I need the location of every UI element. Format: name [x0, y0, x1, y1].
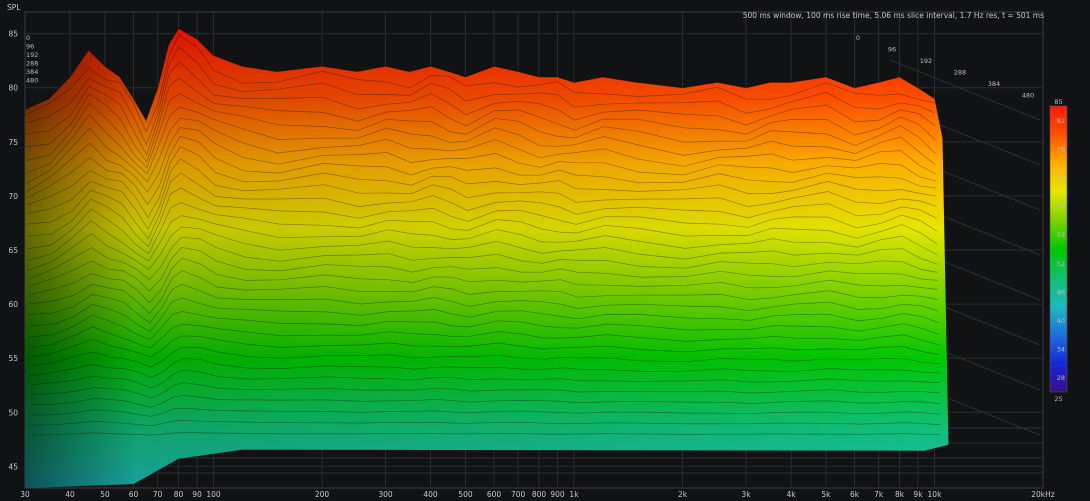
time-label-right: 288 [954, 69, 966, 77]
time-label-left: 288 [26, 60, 38, 68]
x-tick-label: 80 [174, 490, 184, 499]
time-label-left: 480 [26, 77, 38, 85]
y-tick-label: 85 [8, 30, 18, 39]
colorbar-tick-label: 28 [1057, 374, 1065, 382]
time-label-right: 384 [988, 80, 1000, 88]
x-tick-label: 3k [741, 490, 751, 499]
x-tick-label: 40 [65, 490, 75, 499]
x-tick-label: 30 [20, 490, 30, 499]
y-tick-label: 60 [8, 300, 18, 309]
x-tick-label: 100 [206, 490, 221, 499]
time-label-right: 192 [920, 57, 932, 65]
x-tick-label: 60 [129, 490, 139, 499]
colorbar-tick-label: 64 [1057, 203, 1065, 211]
y-tick-label: 45 [8, 462, 18, 471]
colorbar-tick-label: 34 [1057, 346, 1065, 354]
colorbar-tick-label: 76 [1057, 145, 1065, 153]
waterfall-chart: 858075706560555045 30 40 50 60 70 80 90 100 200 3… [7, 3, 1068, 499]
y-tick-label: 55 [8, 354, 18, 363]
colorbar: 85 25 82 76 70 64 58 52 46 40 34 28 [1049, 98, 1068, 403]
x-tick-label: 600 [487, 490, 502, 499]
x-tick-label: 800 [532, 490, 547, 499]
time-label-left: 0 [26, 34, 30, 42]
x-tick-label: 400 [423, 490, 438, 499]
colorbar-tick-label: 70 [1057, 174, 1065, 182]
time-label-right: 0 [856, 34, 860, 42]
y-tick-label: 70 [8, 192, 18, 201]
time-label-left: 96 [26, 43, 34, 51]
colorbar-max-label: 85 [1054, 98, 1062, 106]
x-tick-label: 8k [895, 490, 905, 499]
x-tick-label: 1k [569, 490, 579, 499]
colorbar-tick-label: 40 [1057, 317, 1065, 325]
time-label-right: 96 [888, 46, 896, 54]
x-tick-label: 6k [850, 490, 860, 499]
x-tick-label: 200 [315, 490, 330, 499]
x-tick-label: 5k [821, 490, 831, 499]
x-tick-label: 700 [511, 490, 526, 499]
colorbar-tick-label: 58 [1057, 231, 1065, 239]
y-axis-label: SPL [7, 3, 21, 12]
y-axis-ticks: 85 80 75 70 65 60 55 50 45 [8, 30, 18, 472]
x-tick-label: 50 [100, 490, 110, 499]
x-tick-label: 300 [378, 490, 393, 499]
time-label-left: 192 [26, 51, 38, 59]
x-tick-label: 10k [928, 490, 943, 499]
x-tick-label: 70 [153, 490, 163, 499]
colorbar-tick-label: 52 [1057, 260, 1065, 268]
y-tick-label: 65 [8, 246, 18, 255]
x-tick-label: 2k [678, 490, 688, 499]
x-tick-label: 9k [913, 490, 923, 499]
x-tick-label: 4k [786, 490, 796, 499]
time-label-right: 480 [1022, 92, 1034, 100]
y-tick-label: 80 [8, 84, 18, 93]
y-tick-label: 50 [8, 408, 18, 417]
time-label-left: 384 [26, 68, 38, 76]
colorbar-tick-label: 82 [1057, 117, 1065, 125]
y-tick-label: 75 [8, 138, 18, 147]
x-axis-ticks: 30 40 50 60 70 80 90 100 200 300 400 500 600 700 800 90… [20, 490, 1055, 499]
x-tick-label: 500 [458, 490, 473, 499]
x-tick-label: 20kHz [1031, 490, 1055, 499]
x-tick-label: 900 [550, 490, 565, 499]
x-tick-label: 7k [874, 490, 884, 499]
x-tick-label: 90 [192, 490, 202, 499]
chart-title: 500 ms window, 100 ms rise time, 5.06 ms… [743, 11, 1044, 20]
colorbar-tick-label: 46 [1057, 288, 1065, 296]
colorbar-min-label: 25 [1054, 395, 1062, 403]
